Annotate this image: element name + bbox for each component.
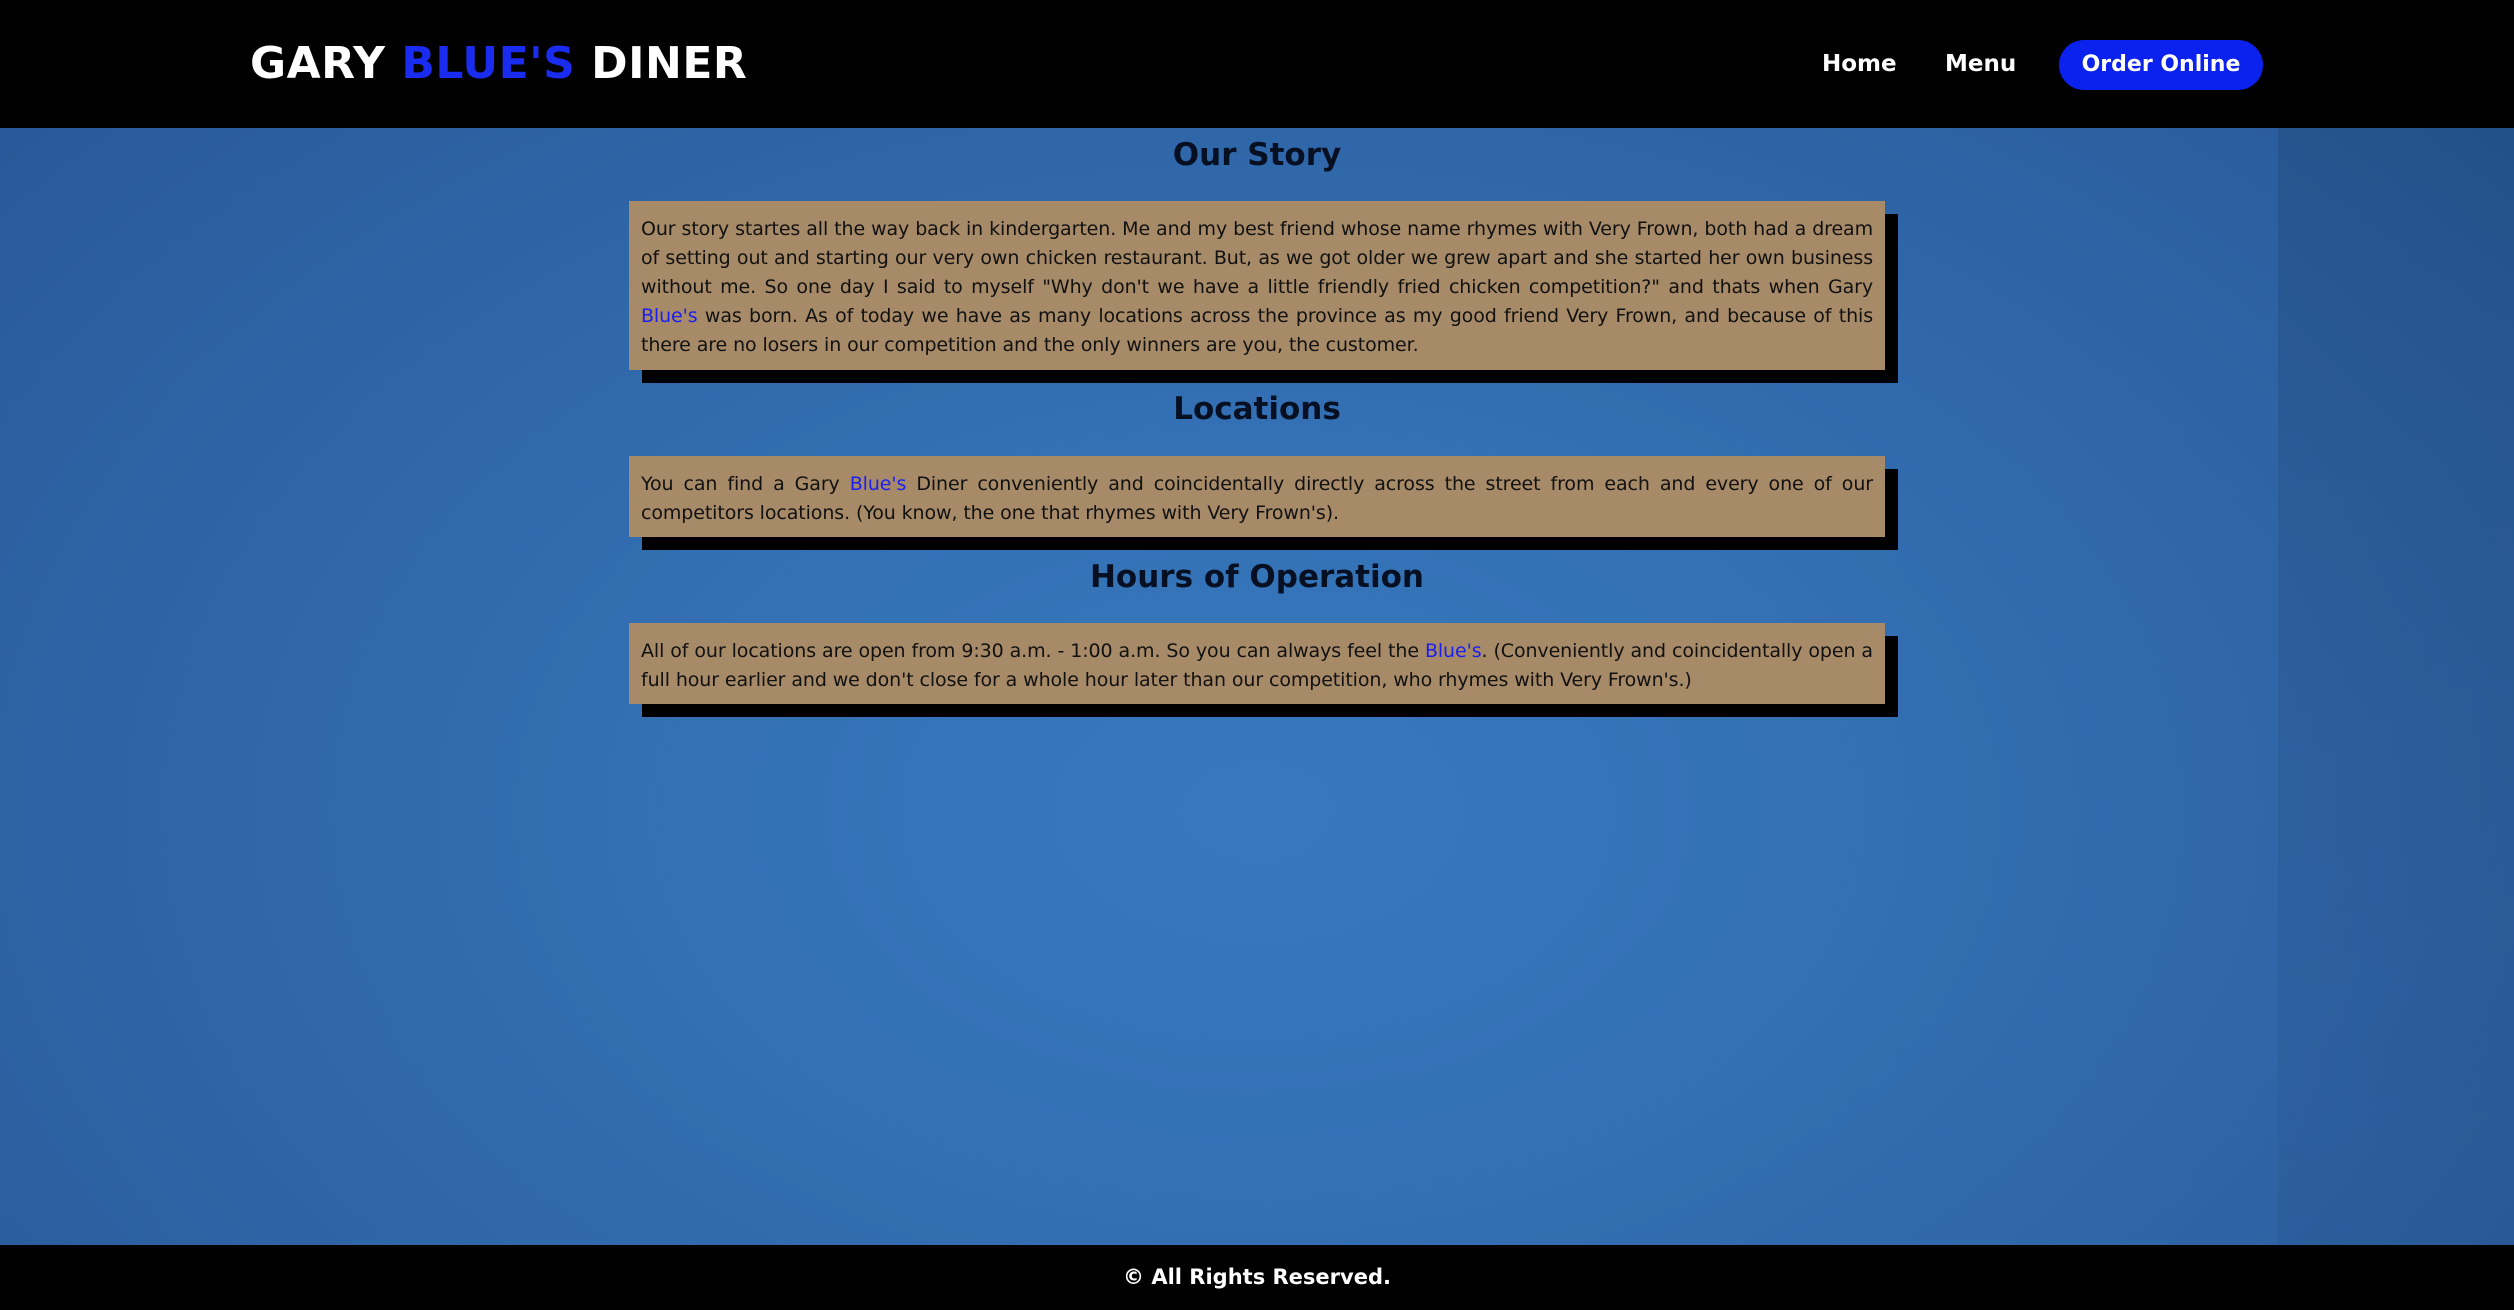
copyright-text: © All Rights Reserved. bbox=[1123, 1265, 1391, 1289]
our-story-text-1: Our story startes all the way back in ki… bbox=[641, 218, 1873, 298]
locations-highlight: Blue's bbox=[849, 473, 907, 495]
hours-card: All of our locations are open from 9:30 … bbox=[629, 623, 1885, 704]
brand-logo[interactable]: GARY BLUE'S DINER bbox=[250, 36, 747, 92]
hours-text-1: All of our locations are open from 9:30 … bbox=[641, 640, 1425, 662]
brand-text-2: DINER bbox=[575, 38, 748, 89]
our-story-card: Our story startes all the way back in ki… bbox=[629, 201, 1885, 370]
nav-home-link[interactable]: Home bbox=[1822, 46, 1897, 82]
background-shade bbox=[2278, 128, 2514, 1245]
page-footer: © All Rights Reserved. bbox=[0, 1245, 2514, 1310]
hours-highlight: Blue's bbox=[1424, 640, 1482, 662]
brand-text-1: GARY bbox=[250, 38, 402, 89]
our-story-title: Our Story bbox=[1172, 137, 1342, 173]
our-story-highlight: Blue's bbox=[641, 305, 698, 327]
nav-menu-link[interactable]: Menu bbox=[1945, 46, 2016, 82]
our-story-text-2: was born. As of today we have as many lo… bbox=[641, 305, 1873, 356]
hours-title: Hours of Operation bbox=[1089, 559, 1424, 595]
locations-title: Locations bbox=[1173, 391, 1341, 427]
locations-card: You can find a Gary Blue's Diner conveni… bbox=[629, 456, 1885, 537]
locations-text-1: You can find a Gary bbox=[641, 473, 850, 495]
order-online-button[interactable]: Order Online bbox=[2059, 40, 2263, 90]
brand-accent: BLUE'S bbox=[401, 38, 576, 89]
top-navbar: GARY BLUE'S DINER Home Menu Order Online bbox=[0, 0, 2514, 128]
